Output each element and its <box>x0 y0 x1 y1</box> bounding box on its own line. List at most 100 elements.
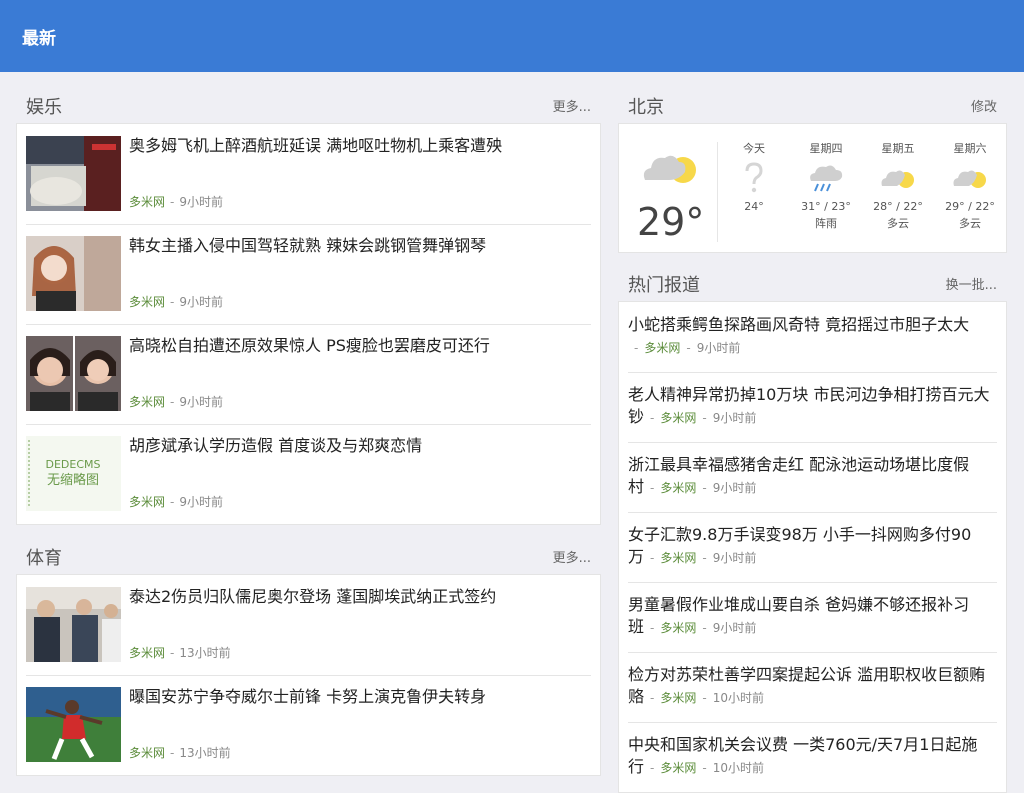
news-thumbnail <box>26 236 121 311</box>
news-thumbnail <box>26 687 121 762</box>
rain-icon <box>791 160 861 196</box>
forecast-day: 星期六 29° / 22° 多云 <box>935 140 1005 252</box>
forecast-day-name: 今天 <box>743 142 765 155</box>
hot-refresh-link[interactable]: 换一批... <box>946 274 997 293</box>
news-title[interactable]: 高晓松自拍遭还原效果惊人 PS瘦脸也罢磨皮可还行 <box>129 334 591 358</box>
forecast-temp-range: 29° / 22° <box>945 200 995 213</box>
weather-forecast: 今天 24° 星期四 31° / 23° 阵雨 星期五 28° / 22° 多云… <box>718 124 1006 252</box>
forecast-desc: 阵雨 <box>815 217 837 230</box>
entertainment-list: 奥多姆飞机上醉酒航班延误 满地呕吐物机上乘客遭殃 多米网 -9小时前 韩女主播入侵… <box>16 123 601 525</box>
hot-section-header: 热门报道 换一批... <box>618 266 1007 301</box>
news-thumbnail-placeholder: DEDECMS 无缩略图 <box>26 436 121 511</box>
news-time: 9小时前 <box>179 195 223 209</box>
news-title[interactable]: 泰达2伤员归队儒尼奥尔登场 蓬国脚埃武纳正式签约 <box>129 585 591 609</box>
placeholder-line-2: 无缩略图 <box>47 472 99 488</box>
sports-section-title: 体育 <box>26 547 62 569</box>
news-meta: 多米网 -13小时前 <box>129 746 231 760</box>
forecast-temp-range: 28° / 22° <box>873 200 923 213</box>
forecast-day: 今天 24° <box>719 140 789 252</box>
weather-section-header: 北京 修改 <box>618 88 1007 123</box>
hot-item[interactable]: 检方对苏荣杜善学四案提起公诉 滥用职权收巨额贿赂 - 多米网 -10小时前 <box>619 652 1006 722</box>
weather-edit-link[interactable]: 修改 <box>971 96 997 115</box>
news-thumbnail <box>26 136 121 211</box>
weather-city: 北京 <box>628 96 664 118</box>
forecast-day-name: 星期六 <box>953 142 987 155</box>
sports-more-link[interactable]: 更多... <box>553 547 591 566</box>
hot-item[interactable]: 老人精神异常扔掉10万块 市民河边争相打捞百元大钞 - 多米网 -9小时前 <box>619 372 1006 442</box>
right-column: 北京 修改 29° 今天 24° 星期四 31° / 23° 阵雨 星期五 28… <box>618 88 1007 793</box>
news-time: 10小时前 <box>712 761 764 775</box>
news-meta: 多米网 -9小时前 <box>129 395 223 409</box>
forecast-desc: 多云 <box>887 217 909 230</box>
news-time: 9小时前 <box>179 495 223 509</box>
news-source: 多米网 <box>129 646 166 660</box>
news-time: 9小时前 <box>712 621 757 635</box>
news-source: 多米网 <box>644 341 681 355</box>
news-title[interactable]: 曝国安苏宁争夺威尔士前锋 卡努上演克鲁伊夫转身 <box>129 685 591 709</box>
news-item[interactable]: 高晓松自拍遭还原效果惊人 PS瘦脸也罢磨皮可还行 多米网 -9小时前 <box>17 324 600 424</box>
sports-list: 泰达2伤员归队儒尼奥尔登场 蓬国脚埃武纳正式签约 多米网 -13小时前 曝国安苏宁… <box>16 574 601 776</box>
unknown-icon <box>719 160 789 196</box>
news-source: 多米网 <box>129 295 166 309</box>
left-column: 娱乐 更多... 奥多姆飞机上醉酒航班延误 满地呕吐物机上乘客遭殃 多米网 -9小… <box>16 88 601 776</box>
forecast-temp-range: 24° <box>744 200 764 213</box>
news-time: 9小时前 <box>712 481 757 495</box>
hot-item[interactable]: 中央和国家机关会议费 一类760元/天7月1日起施行 - 多米网 -10小时前 <box>619 722 1006 792</box>
news-title[interactable]: 奥多姆飞机上醉酒航班延误 满地呕吐物机上乘客遭殃 <box>129 134 591 158</box>
forecast-day: 星期四 31° / 23° 阵雨 <box>791 140 861 252</box>
news-meta: 多米网 -9小时前 <box>129 195 223 209</box>
hot-section-title: 热门报道 <box>628 274 700 296</box>
forecast-day: 星期五 28° / 22° 多云 <box>863 140 933 252</box>
news-time: 9小时前 <box>179 395 223 409</box>
entertainment-section-title: 娱乐 <box>26 96 62 118</box>
news-item[interactable]: 泰达2伤员归队儒尼奥尔登场 蓬国脚埃武纳正式签约 多米网 -13小时前 <box>17 575 600 675</box>
news-source: 多米网 <box>129 395 166 409</box>
current-temperature: 29° <box>637 200 705 244</box>
partly-cloudy-icon <box>935 160 1005 196</box>
news-time: 13小时前 <box>179 646 231 660</box>
news-time: 10小时前 <box>712 691 764 705</box>
news-thumbnail <box>26 336 121 411</box>
news-time: 9小时前 <box>179 295 223 309</box>
news-source: 多米网 <box>660 691 697 705</box>
news-source: 多米网 <box>129 746 166 760</box>
news-source: 多米网 <box>660 481 697 495</box>
news-meta: 多米网 -9小时前 <box>129 495 223 509</box>
news-time: 13小时前 <box>179 746 231 760</box>
forecast-day-name: 星期五 <box>881 142 915 155</box>
entertainment-more-link[interactable]: 更多... <box>553 96 591 115</box>
weather-card[interactable]: 29° 今天 24° 星期四 31° / 23° 阵雨 星期五 28° / 22… <box>618 123 1007 253</box>
forecast-day-name: 星期四 <box>809 142 843 155</box>
news-meta: 多米网 -13小时前 <box>129 646 231 660</box>
news-meta: 多米网 -9小时前 <box>129 295 223 309</box>
partly-cloudy-icon <box>643 155 696 183</box>
news-source: 多米网 <box>660 551 697 565</box>
news-source: 多米网 <box>660 411 697 425</box>
sports-section-header: 体育 更多... <box>16 539 601 574</box>
news-item[interactable]: 曝国安苏宁争夺威尔士前锋 卡努上演克鲁伊夫转身 多米网 -13小时前 <box>17 675 600 775</box>
news-time: 9小时前 <box>712 551 757 565</box>
news-time: 9小时前 <box>712 411 757 425</box>
hot-list: 小蛇搭乘鳄鱼探路画风奇特 竟招摇过市胆子太大 - 多米网 -9小时前 老人精神异常扔掉… <box>618 301 1007 793</box>
page-title: 最新 <box>22 28 56 49</box>
hot-item[interactable]: 浙江最具幸福感猪舍走红 配泳池运动场堪比度假村 - 多米网 -9小时前 <box>619 442 1006 512</box>
hot-title[interactable]: 小蛇搭乘鳄鱼探路画风奇特 竟招摇过市胆子太大 <box>628 315 969 334</box>
hot-item[interactable]: 小蛇搭乘鳄鱼探路画风奇特 竟招摇过市胆子太大 - 多米网 -9小时前 <box>619 302 1006 372</box>
top-bar: 最新 <box>0 0 1024 72</box>
hot-item[interactable]: 男童暑假作业堆成山要自杀 爸妈嫌不够还报补习班 - 多米网 -9小时前 <box>619 582 1006 652</box>
placeholder-line-1: DEDECMS <box>46 458 101 471</box>
forecast-temp-range: 31° / 23° <box>801 200 851 213</box>
news-source: 多米网 <box>660 621 697 635</box>
news-item[interactable]: DEDECMS 无缩略图 胡彦斌承认学历造假 首度谈及与郑爽恋情 多米网 -9小时… <box>17 424 600 524</box>
news-source: 多米网 <box>129 195 166 209</box>
partly-cloudy-icon <box>863 160 933 196</box>
news-title[interactable]: 胡彦斌承认学历造假 首度谈及与郑爽恋情 <box>129 434 591 458</box>
hot-item[interactable]: 女子汇款9.8万手误变98万 小手一抖网购多付90万 - 多米网 -9小时前 <box>619 512 1006 582</box>
news-item[interactable]: 奥多姆飞机上醉酒航班延误 满地呕吐物机上乘客遭殃 多米网 -9小时前 <box>17 124 600 224</box>
news-title[interactable]: 韩女主播入侵中国驾轻就熟 辣妹会跳钢管舞弹钢琴 <box>129 234 591 258</box>
news-item[interactable]: 韩女主播入侵中国驾轻就熟 辣妹会跳钢管舞弹钢琴 多米网 -9小时前 <box>17 224 600 324</box>
forecast-desc: 多云 <box>959 217 981 230</box>
news-thumbnail <box>26 587 121 662</box>
current-weather: 29° <box>619 142 718 244</box>
entertainment-section-header: 娱乐 更多... <box>16 88 601 123</box>
